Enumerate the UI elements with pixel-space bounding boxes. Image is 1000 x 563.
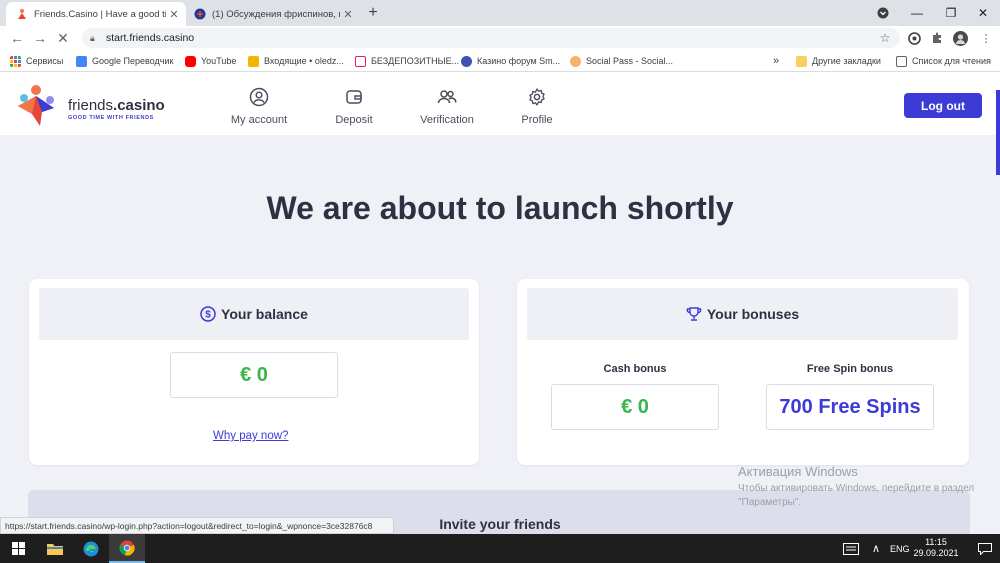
address-bar[interactable]: 🔒︎ start.friends.casino ☆ [82, 28, 900, 48]
stop-loading-icon[interactable]: ✕ [54, 29, 72, 47]
close-window-icon[interactable]: ✕ [966, 0, 1000, 26]
bookmarks-bar: Сервисы Google Переводчик YouTube Входящ… [0, 50, 1000, 72]
edge-browser-icon[interactable] [73, 534, 109, 563]
extension-icon[interactable] [906, 30, 922, 46]
logout-button[interactable]: Log out [904, 93, 982, 118]
bookmark-youtube[interactable]: YouTube [185, 54, 236, 68]
reading-list-icon [896, 55, 907, 67]
taskbar-clock[interactable]: 11:15 29.09.2021 [908, 537, 964, 559]
bookmark-nodeposit[interactable]: БЕЗДЕПОЗИТНЫЕ... [355, 54, 459, 68]
cash-bonus-label: Cash bonus [603, 363, 667, 375]
friends-casino-favicon [18, 9, 26, 19]
logo-tagline: GOOD TIME WITH FRIENDS [68, 115, 154, 121]
nav-verification[interactable]: Verification [407, 84, 487, 126]
bookmark-apps[interactable]: Сервисы [10, 54, 63, 68]
bonuses-card-header: Your bonuses [527, 288, 958, 340]
bookmark-social-pass[interactable]: Social Pass - Social... [570, 54, 673, 68]
user-circle-icon [249, 87, 269, 107]
lock-icon[interactable]: 🔒︎ [90, 33, 106, 44]
social-pass-icon [570, 55, 581, 67]
page-title: We are about to launch shortly [266, 190, 734, 226]
profile-avatar[interactable] [952, 30, 968, 46]
bonuses-card: Your bonuses Cash bonus € 0 Free Spin bo… [517, 279, 969, 465]
puzzle-extensions-icon[interactable] [929, 30, 945, 46]
windows-start-icon[interactable] [0, 534, 36, 563]
gear-icon [529, 88, 545, 106]
back-arrow-icon[interactable]: ← [8, 29, 26, 47]
users-icon [437, 90, 457, 104]
nav-my-account[interactable]: My account [219, 84, 299, 126]
reading-list[interactable]: Список для чтения [896, 54, 991, 68]
bookmark-inbox[interactable]: Входящие • oledz... [248, 54, 344, 68]
why-pay-now-link[interactable]: Why pay now? [213, 430, 288, 442]
bookmark-casino-forum[interactable]: Казино форум Sm... [461, 54, 560, 68]
bookmark-star-icon[interactable]: ☆ [876, 31, 894, 45]
svg-text:$: $ [205, 310, 211, 321]
bookmark-google-translate[interactable]: Google Переводчик [76, 54, 173, 68]
balance-card: $ Your balance € 0 Why pay now? [29, 279, 479, 465]
close-tab-icon[interactable]: ✕ [166, 8, 182, 21]
mail-icon [248, 55, 259, 67]
translate-icon [76, 55, 87, 67]
nav-deposit[interactable]: Deposit [314, 84, 394, 126]
file-explorer-icon[interactable] [37, 534, 73, 563]
balance-card-header: $ Your balance [39, 288, 469, 340]
cash-bonus-value: € 0 [551, 384, 719, 430]
browser-tab-inactive[interactable]: (1) Обсуждения фриспинов, промокодов ✕ [184, 2, 360, 26]
notifications-icon[interactable] [978, 534, 992, 563]
folder-icon [796, 55, 807, 67]
tab-search-icon[interactable] [866, 0, 900, 26]
language-indicator[interactable]: ENG [890, 534, 910, 563]
new-tab-button[interactable]: + [364, 4, 382, 22]
forward-arrow-icon[interactable]: → [31, 29, 49, 47]
windows-activation-title: Активация Windows [738, 464, 858, 479]
more-bookmarks-chevron[interactable]: » [773, 54, 779, 68]
forum-favicon [194, 8, 206, 20]
coin-icon: $ [200, 306, 216, 322]
windows-activation-text: Чтобы активировать Windows, перейдите в … [738, 483, 975, 508]
browser-toolbar: ← → ✕ 🔒︎ start.friends.casino ☆ ⋮ [0, 26, 1000, 50]
free-spin-bonus-label: Free Spin bonus [806, 363, 894, 375]
other-bookmarks-folder[interactable]: Другие закладки [796, 54, 881, 68]
gift-icon [355, 55, 366, 67]
minimize-icon[interactable]: — [900, 0, 934, 26]
logo-wordmark: friends.casino [68, 97, 165, 114]
scrollbar-thumb[interactable] [996, 90, 1000, 175]
youtube-icon [185, 55, 196, 67]
tab-title: Friends.Casino | Have a good time with f… [34, 8, 166, 20]
keyboard-tray-icon[interactable] [843, 534, 859, 563]
apps-grid-icon [10, 55, 21, 67]
menu-kebab-icon[interactable]: ⋮ [978, 30, 994, 46]
chrome-browser-icon[interactable] [109, 534, 145, 563]
browser-tab-active[interactable]: Friends.Casino | Have a good time with f… [6, 2, 186, 26]
url-text[interactable]: start.friends.casino [106, 32, 876, 44]
tab-title: (1) Обсуждения фриспинов, промокодов [212, 8, 340, 20]
free-spin-bonus-value: 700 Free Spins [766, 384, 934, 430]
tray-expand-chevron-icon[interactable]: ∧ [872, 534, 880, 563]
balance-value: € 0 [170, 352, 338, 398]
nav-profile[interactable]: Profile [497, 84, 577, 126]
trophy-icon [686, 307, 702, 321]
close-tab-icon[interactable]: ✕ [340, 8, 356, 21]
forum-icon [461, 55, 472, 67]
status-bar-url: https://start.friends.casino/wp-login.ph… [0, 517, 394, 534]
restore-icon[interactable]: ❐ [934, 0, 968, 26]
wallet-icon [346, 90, 362, 104]
